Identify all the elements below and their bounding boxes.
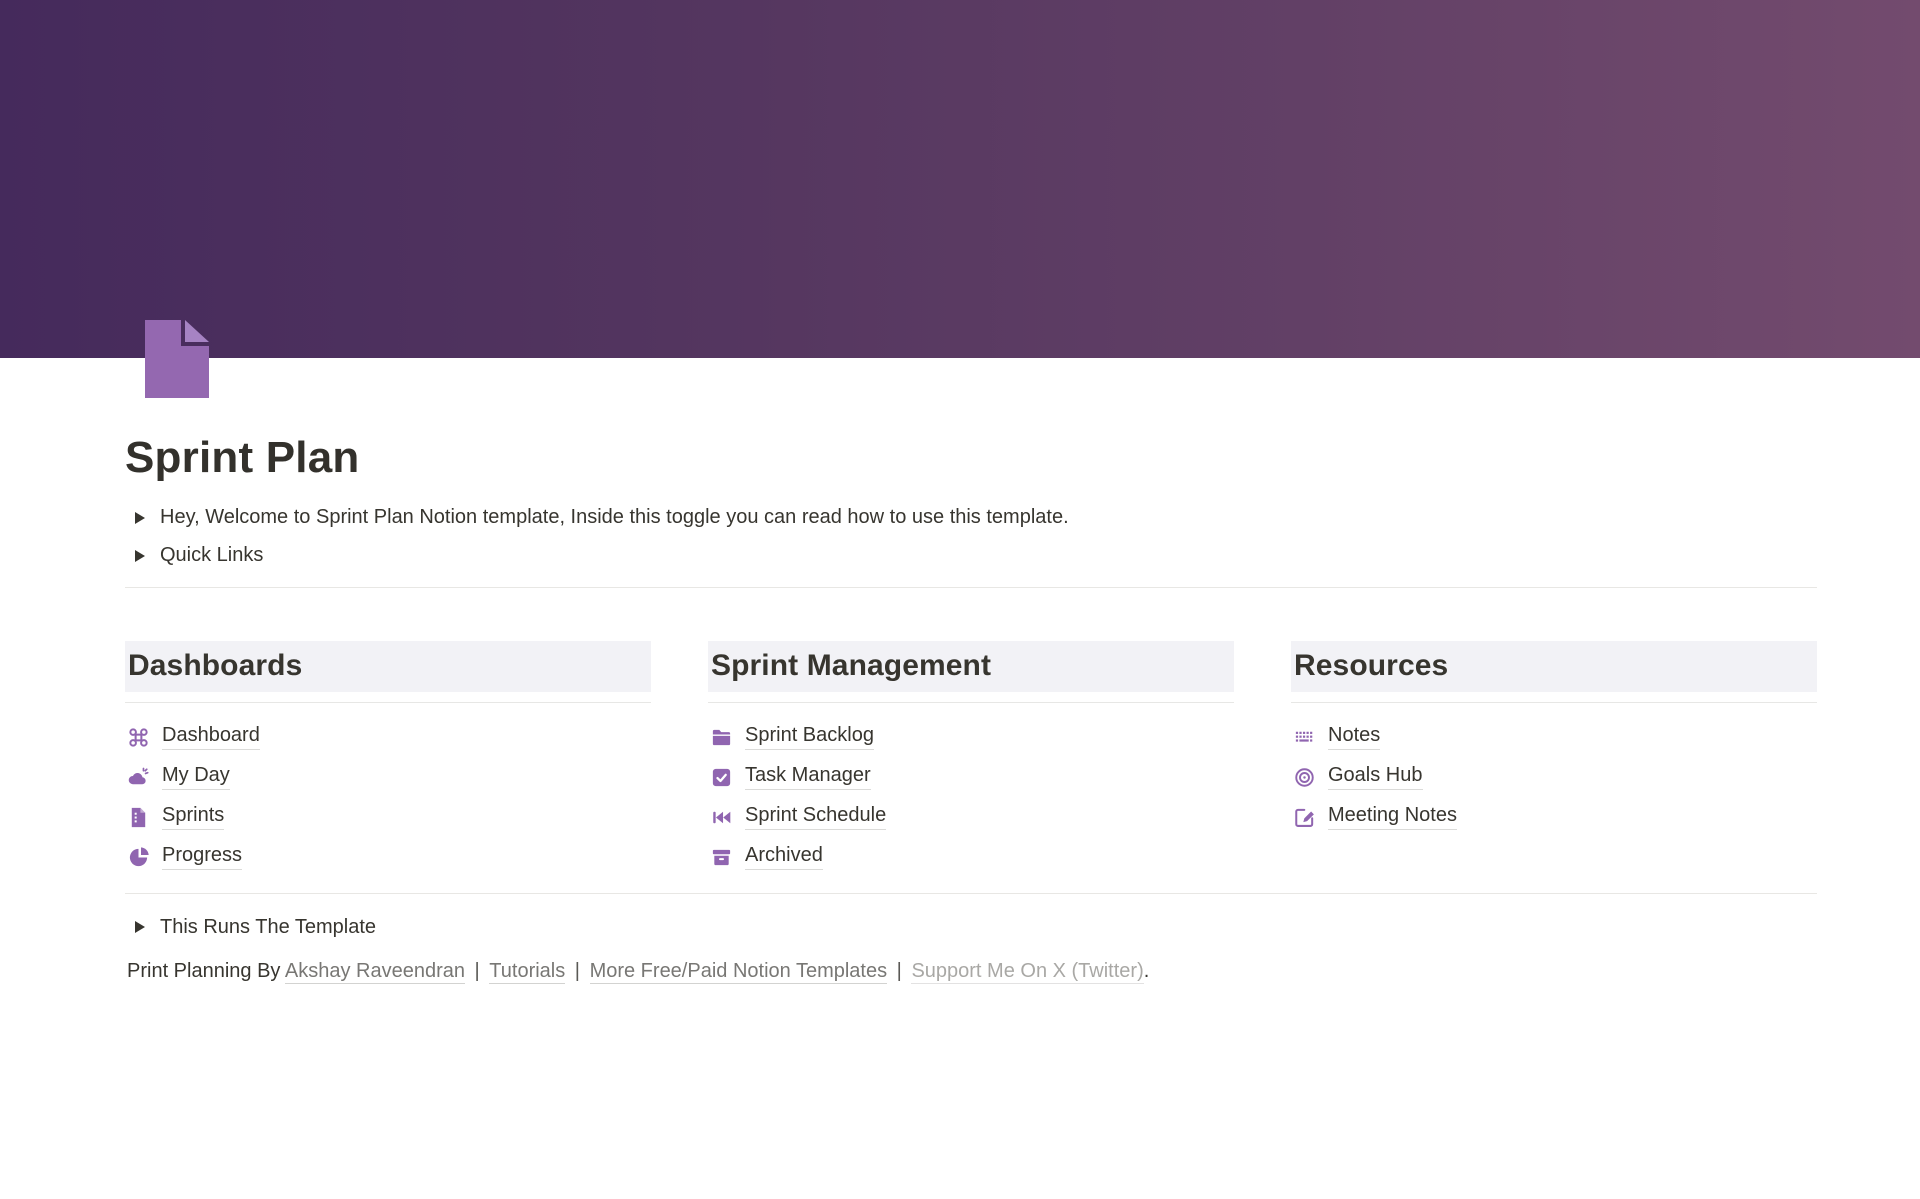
page-link-sprint-schedule[interactable]: Sprint Schedule bbox=[708, 797, 1234, 837]
toggle-runs-template-label: This Runs The Template bbox=[160, 916, 376, 939]
purple-document-icon[interactable] bbox=[145, 320, 209, 398]
page-content: Sprint Plan Hey, Welcome to Sprint Plan … bbox=[125, 358, 1817, 990]
page-link-task-manager[interactable]: Task Manager bbox=[708, 757, 1234, 797]
column-header: Dashboards bbox=[125, 641, 651, 692]
divider bbox=[125, 702, 651, 704]
page-link-label: Sprint Schedule bbox=[745, 804, 886, 830]
footer-separator: | bbox=[887, 960, 911, 982]
footer-text: Print Planning By bbox=[127, 960, 285, 982]
footer-link-tutorials[interactable]: Tutorials bbox=[489, 960, 565, 984]
page-link-label: Progress bbox=[162, 844, 242, 870]
page-link-sprint-backlog[interactable]: Sprint Backlog bbox=[708, 717, 1234, 757]
folder-icon bbox=[710, 726, 733, 749]
page-link-label: Dashboard bbox=[162, 724, 260, 750]
rewind-icon bbox=[710, 806, 733, 829]
page-link-meeting-notes[interactable]: Meeting Notes bbox=[1291, 797, 1817, 837]
toggle-quick-links-label: Quick Links bbox=[160, 544, 263, 567]
link-list: Sprint Backlog Task Manager Sprint Schedul… bbox=[708, 717, 1234, 877]
page-link-my-day[interactable]: My Day bbox=[125, 757, 651, 797]
page-link-label: Meeting Notes bbox=[1328, 804, 1457, 830]
page-title: Sprint Plan bbox=[125, 358, 1817, 485]
footer-separator: | bbox=[565, 960, 589, 982]
footer-link-more-free-paid-notion-templates[interactable]: More Free/Paid Notion Templates bbox=[590, 960, 888, 984]
target-icon bbox=[1293, 766, 1316, 789]
document-lines-icon bbox=[127, 806, 150, 829]
toggle-welcome-label: Hey, Welcome to Sprint Plan Notion templ… bbox=[160, 506, 1069, 529]
edit-icon bbox=[1293, 806, 1316, 829]
footer-text: . bbox=[1144, 960, 1150, 982]
page-link-dashboard[interactable]: Dashboard bbox=[125, 717, 651, 757]
page-link-archived[interactable]: Archived bbox=[708, 837, 1234, 877]
divider bbox=[1291, 702, 1817, 704]
archive-icon bbox=[710, 846, 733, 869]
toggle-triangle-icon bbox=[135, 550, 145, 562]
page-link-progress[interactable]: Progress bbox=[125, 837, 651, 877]
toggle-runs-template[interactable]: This Runs The Template bbox=[125, 908, 1817, 946]
column-dashboards: Dashboards Dashboard My Day Sprints Progress bbox=[125, 641, 651, 878]
page-link-sprints[interactable]: Sprints bbox=[125, 797, 651, 837]
page-link-label: Goals Hub bbox=[1328, 764, 1423, 790]
column-header: Sprint Management bbox=[708, 641, 1234, 692]
keyboard-icon bbox=[1293, 726, 1316, 749]
credits-line: Print Planning By Akshay Raveendran | Tu… bbox=[125, 952, 1817, 990]
column-sprint-management: Sprint Management Sprint Backlog Task Mana… bbox=[708, 641, 1234, 878]
pie-chart-icon bbox=[127, 846, 150, 869]
page-link-label: Sprints bbox=[162, 804, 224, 830]
footer-separator: | bbox=[465, 960, 489, 982]
toggle-triangle-icon bbox=[135, 512, 145, 524]
divider bbox=[708, 702, 1234, 704]
page-link-label: My Day bbox=[162, 764, 230, 790]
footer-link-akshay-raveendran[interactable]: Akshay Raveendran bbox=[285, 960, 465, 984]
footer-link-support-me-on-x-twitter[interactable]: Support Me On X (Twitter) bbox=[911, 960, 1143, 984]
column-header: Resources bbox=[1291, 641, 1817, 692]
link-columns: Dashboards Dashboard My Day Sprints Progress… bbox=[125, 641, 1817, 878]
page-link-label: Sprint Backlog bbox=[745, 724, 874, 750]
page-link-goals-hub[interactable]: Goals Hub bbox=[1291, 757, 1817, 797]
column-resources: Resources Notes Goals Hub Meeting Notes bbox=[1291, 641, 1817, 878]
link-list: Dashboard My Day Sprints Progress bbox=[125, 717, 651, 877]
toggle-quick-links[interactable]: Quick Links bbox=[125, 537, 1817, 575]
toggle-triangle-icon bbox=[135, 921, 145, 933]
page-link-label: Archived bbox=[745, 844, 823, 870]
page-link-label: Notes bbox=[1328, 724, 1380, 750]
toggle-welcome[interactable]: Hey, Welcome to Sprint Plan Notion templ… bbox=[125, 499, 1817, 537]
page-cover-gradient bbox=[0, 0, 1920, 358]
sun-cloud-icon bbox=[127, 766, 150, 789]
divider bbox=[125, 893, 1817, 894]
checkbox-icon bbox=[710, 766, 733, 789]
page-link-label: Task Manager bbox=[745, 764, 871, 790]
command-icon bbox=[127, 726, 150, 749]
page-link-notes[interactable]: Notes bbox=[1291, 717, 1817, 757]
divider bbox=[125, 587, 1817, 588]
link-list: Notes Goals Hub Meeting Notes bbox=[1291, 717, 1817, 837]
